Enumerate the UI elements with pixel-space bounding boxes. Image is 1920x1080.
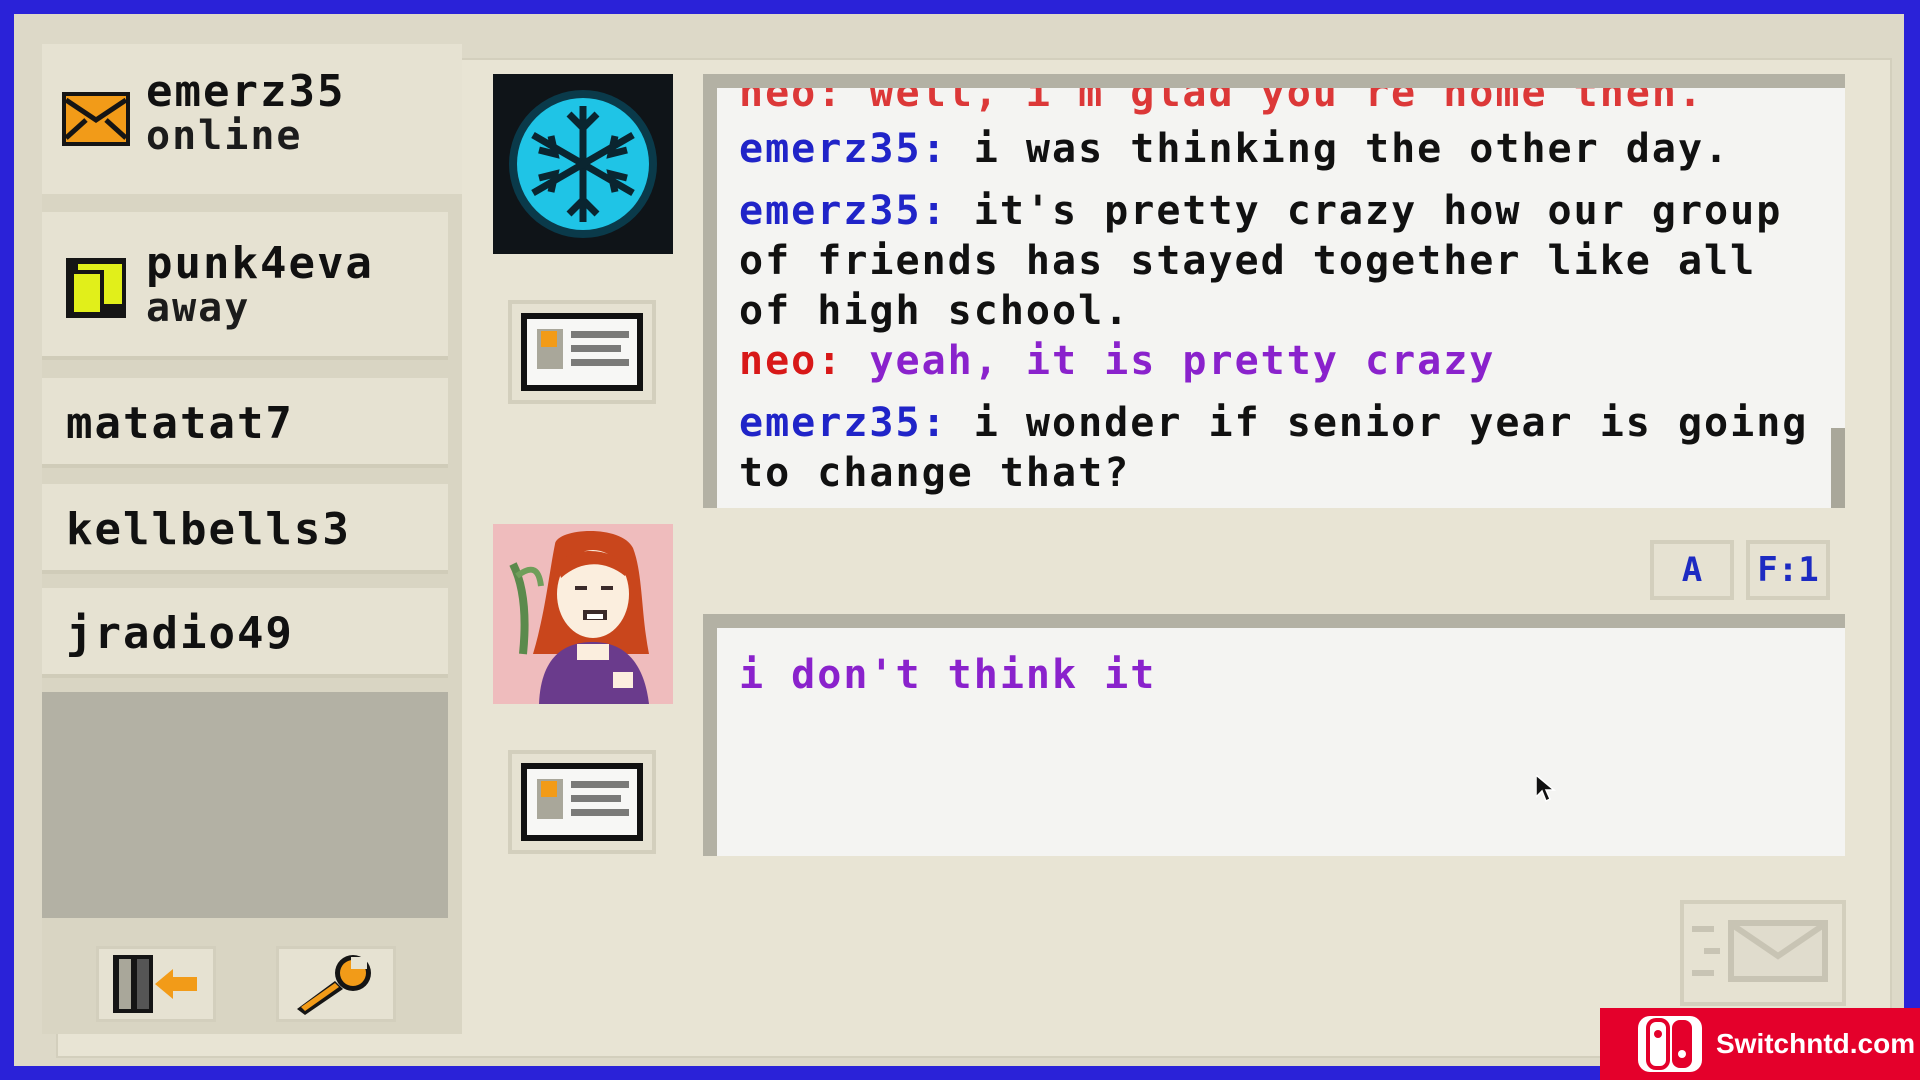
chat-partial-line: neo: well, i'm glad you're home then. [739,74,1705,116]
contact-status: away [146,285,251,331]
switch-logo-icon [1638,1016,1702,1072]
message-input-text: i don't think it [739,652,1157,698]
message-sender: neo: [739,338,844,384]
contact-name: kellbells3 [66,504,351,555]
wrench-icon [297,955,371,1015]
moon-note-icon [62,254,130,322]
logout-button[interactable] [96,946,216,1022]
buddy-list: emerz35 online punk4eva away matatat7 ke… [42,44,462,1034]
contact-jradio49[interactable]: jradio49 [42,588,448,678]
door-exit-icon [113,955,197,1013]
self-profile-button[interactable] [508,750,656,854]
contact-matatat7[interactable]: matatat7 [42,378,448,468]
contact-name: jradio49 [66,608,294,659]
contact-name: punk4eva [146,238,374,289]
chat-log[interactable]: neo: well, i'm glad you're home then. em… [703,74,1845,508]
chat-scrollbar[interactable] [1831,428,1845,508]
contact-kellbells3[interactable]: kellbells3 [42,484,448,574]
snowflake-icon [509,90,657,238]
self-status-panel[interactable]: emerz35 online [42,44,462,194]
self-avatar [493,524,673,704]
contact-punk4eva[interactable]: punk4eva away [42,212,448,360]
envelope-icon[interactable] [62,92,130,146]
message-sender: emerz35: [739,188,948,234]
message-sender: emerz35: [739,400,948,446]
chat-message: emerz35: it's pretty crazy how our group… [739,186,1829,336]
chat-message: emerz35: i was thinking the other day. [739,124,1829,174]
id-card-icon [521,313,643,391]
id-card-icon [521,763,643,841]
font-size-button[interactable]: F:1 [1746,540,1830,600]
message-text: i was thinking the other day. [973,126,1731,172]
message-text: yeah, it is pretty crazy [869,338,1496,384]
watermark-text: Switchntd.com [1716,1028,1916,1059]
buddy-list-empty-area [42,692,448,918]
font-style-button[interactable]: A [1650,540,1734,600]
send-envelope-icon [1692,920,1828,982]
message-input[interactable]: i don't think it [703,614,1845,856]
site-watermark: Switchntd.com [1600,1008,1920,1080]
mouse-cursor-icon [1536,775,1556,803]
chat-message: neo: yeah, it is pretty crazy [739,336,1829,386]
send-button[interactable] [1680,900,1846,1006]
settings-button[interactable] [276,946,396,1022]
buddy-avatar [493,74,673,254]
contact-name: matatat7 [66,398,294,449]
message-sender: emerz35: [739,126,948,172]
girl-avatar-icon [493,524,673,704]
chat-message: emerz35: i wonder if senior year is goin… [739,398,1829,498]
buddy-profile-button[interactable] [508,300,656,404]
self-username: emerz35 [146,66,346,117]
self-status: online [146,113,303,159]
